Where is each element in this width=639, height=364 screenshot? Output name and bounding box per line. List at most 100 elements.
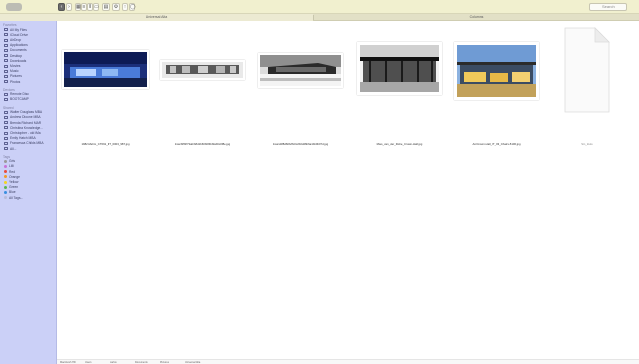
sidebar-item-label: Christopher - old iMa [10, 130, 41, 135]
photo-bw-house-snow [260, 55, 341, 86]
tag-color-icon [4, 175, 7, 179]
file-name[interactable]: Mies_van_der_Rohe_Crown-Hall.jpg [357, 142, 442, 146]
sidebar-section-heading: Devices [3, 87, 15, 92]
file-thumbnail[interactable] [160, 60, 245, 80]
path-segment[interactable]: carlos [110, 360, 117, 364]
sidebar-item-label: All Tags... [9, 195, 24, 200]
file-thumbnail[interactable] [258, 53, 343, 88]
arrange-icon[interactable]: ▤ [102, 3, 110, 11]
file-grid: 1982.Mehm_CT091_IIT_0003_987.jpg 1/as/bf… [57, 22, 639, 364]
computer-icon [4, 126, 8, 130]
tag-color-icon [4, 180, 7, 184]
sidebar-item[interactable]: Photos [4, 80, 56, 85]
computer-icon [4, 110, 8, 114]
file-name[interactable]: 1982.Mehm_CT091_IIT_0003_987.jpg [62, 142, 149, 146]
sidebar-item-label: Green [9, 185, 19, 190]
tag-color-icon [4, 159, 7, 163]
sidebar-item-label: AirDrop [10, 37, 22, 42]
gear-icon[interactable]: ⚙ [112, 3, 120, 11]
desktop-icon [4, 54, 8, 58]
sidebar-item-label: Applications [10, 43, 28, 48]
sidebar-item-label: Brenda Richard MAR [10, 120, 42, 125]
tag-color-icon [4, 191, 7, 195]
sidebar-item-label: Andrew Dioone MBA [10, 115, 41, 120]
file-name[interactable]: ArcCrown-Hall_IT_03_Chairs-5100.jpg [454, 142, 539, 146]
path-segment[interactable]: Users [85, 360, 92, 364]
sidebar: Favorites All My Files iCloud Drive AirDrop… [0, 21, 57, 364]
sidebar-item[interactable]: All... [4, 147, 56, 152]
downloads-icon [4, 59, 8, 63]
sidebar-section-heading: Favorites [3, 23, 17, 27]
share-icon[interactable]: ↑ [122, 3, 128, 11]
tag-color-icon [4, 185, 7, 189]
file-thumbnail[interactable] [62, 50, 149, 89]
all-files-icon [4, 28, 8, 32]
sidebar-item-label: Photos [10, 79, 21, 84]
computer-icon [4, 121, 8, 125]
photo-color-crown-hall [457, 45, 536, 97]
music-icon [4, 69, 8, 73]
tag-color-icon [4, 170, 7, 174]
tab-universal-alta[interactable]: Universal Alta [0, 14, 313, 21]
sidebar-item-label: All My Files [10, 27, 27, 32]
drive-icon [4, 98, 8, 102]
file-name[interactable]: 1/as/bfff2f73ab/b8d1b60b6f4bbfab6c0f8e.j… [160, 142, 245, 146]
airdrop-icon [4, 38, 8, 42]
computer-icon [4, 141, 8, 145]
tag-icon[interactable]: ◯ [129, 3, 136, 11]
gallery-view-icon[interactable]: ▭ [93, 3, 99, 11]
applications-icon [4, 43, 8, 47]
sidebar-item-label: Lilli [9, 164, 14, 169]
sidebar-item-label: Red [9, 169, 16, 174]
file-thumbnail[interactable] [454, 42, 539, 100]
sidebar-item-label: Downloads [10, 58, 27, 63]
sidebar-item-label: Christina Knowledge... [10, 125, 43, 130]
path-segment[interactable]: Macintosh HD [60, 360, 76, 364]
file-name[interactable]: 1/as/d4f8d60b/8c0c2b0d26b6a1bb0b07d.jpg [258, 142, 343, 146]
globe-icon [4, 147, 8, 151]
sidebar-item-label: Gris [9, 159, 16, 164]
sidebar-item-label: Blue [9, 190, 16, 195]
sidebar-item-label: Desktop [10, 53, 23, 58]
sidebar-item-label: BOOTCAMP [10, 97, 29, 102]
forward-icon[interactable]: › [66, 3, 72, 11]
finder-window: ‹ › ▦ ≡ ⫴ ▭ ▤ ⚙ ↑ ◯ Search Universal Alt… [0, 0, 639, 364]
sidebar-item[interactable]: BOOTCAMP [4, 97, 56, 102]
back-icon[interactable]: ‹ [58, 3, 65, 11]
sidebar-section-heading: Tags [3, 154, 10, 159]
window-controls[interactable] [6, 3, 22, 11]
sidebar-item-label: Walter Douglass MBA [10, 110, 43, 115]
photo-panorama-bw [162, 62, 243, 78]
sidebar-item-label: Remote Disc [10, 92, 29, 97]
photo-night-glass-pavilion [64, 52, 147, 87]
sidebar-section-heading: Shared [3, 105, 14, 110]
pictures-icon [4, 74, 8, 78]
file-thumbnail[interactable] [357, 42, 442, 95]
tab-bar: Universal Alta Columns [0, 14, 639, 21]
photos-icon [4, 80, 8, 84]
sidebar-item-label: Documents [10, 48, 27, 53]
search-input[interactable]: Search [589, 3, 627, 11]
file-name[interactable]: Sin_titulo [563, 142, 611, 146]
computer-icon [4, 115, 8, 119]
path-bar: Macintosh HD Users carlos Documents Pictures… [57, 359, 639, 364]
blank-document-icon [564, 27, 610, 113]
cloud-icon [4, 33, 8, 37]
sidebar-item[interactable]: All Tags... [4, 196, 56, 201]
computer-icon [4, 136, 8, 140]
movies-icon [4, 64, 8, 68]
tab-columns[interactable]: Columns [314, 14, 639, 21]
tag-color-icon [4, 165, 7, 169]
document-icon[interactable] [563, 26, 611, 114]
toolbar: ‹ › ▦ ≡ ⫴ ▭ ▤ ⚙ ↑ ◯ Search [0, 0, 639, 14]
path-segment[interactable]: Documents [135, 360, 148, 364]
path-segment[interactable]: Pictures [160, 360, 169, 364]
computer-icon [4, 131, 8, 135]
sidebar-item-label: Music [10, 69, 19, 74]
sidebar-item-label: Pictures [10, 74, 22, 79]
disc-icon [4, 92, 8, 96]
sidebar-item-label: Movies [10, 63, 21, 68]
documents-icon [4, 48, 8, 52]
path-segment[interactable]: Universal Alta [185, 360, 200, 364]
sidebar-item-label: Francesca Childs MBA [10, 141, 44, 146]
